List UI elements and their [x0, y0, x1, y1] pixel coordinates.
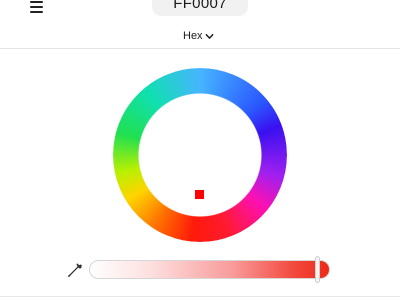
- format-dropdown[interactable]: Hex: [183, 27, 214, 45]
- bottom-divider: [0, 296, 400, 297]
- brightness-slider-track[interactable]: [89, 260, 330, 279]
- hamburger-menu-icon[interactable]: [24, 0, 48, 20]
- eyedropper-icon[interactable]: [67, 262, 83, 278]
- format-label: Hex: [183, 30, 203, 42]
- brightness-slider-thumb[interactable]: [315, 256, 320, 283]
- hue-handle-stem: [199, 198, 200, 216]
- color-wheel: [113, 68, 287, 242]
- hue-handle[interactable]: [195, 190, 204, 199]
- color-picker-screen: FF0007 Hex: [0, 0, 400, 300]
- hue-ring[interactable]: [113, 68, 287, 242]
- hex-value-field[interactable]: FF0007: [152, 0, 248, 16]
- chevron-down-icon: [205, 33, 213, 39]
- top-bar: FF0007 Hex: [0, 0, 400, 49]
